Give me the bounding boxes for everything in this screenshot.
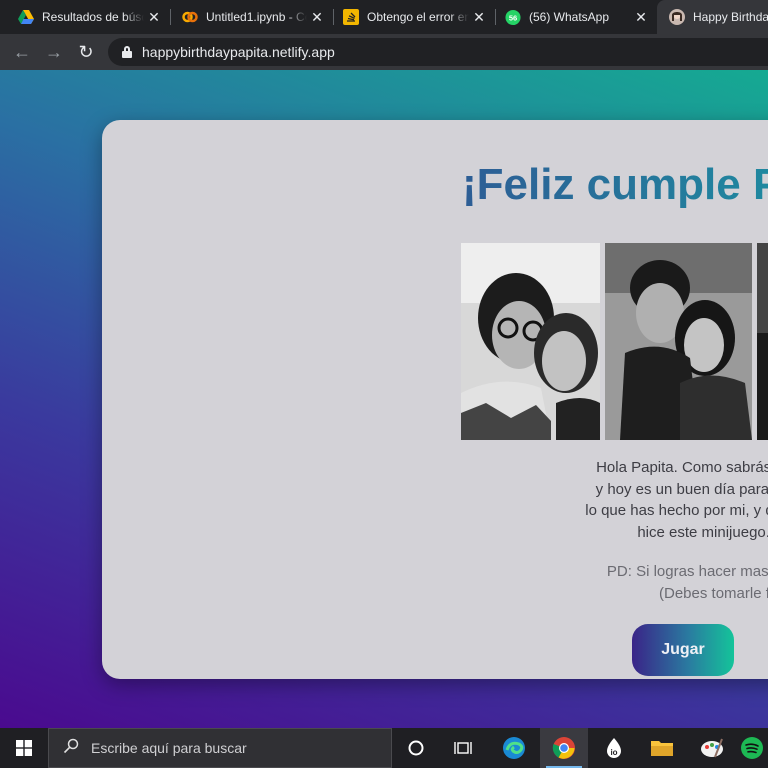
tab-title: Happy Birthday <box>693 10 768 24</box>
site-avatar-icon <box>669 9 685 25</box>
close-icon[interactable]: ✕ <box>469 9 489 26</box>
lock-icon[interactable] <box>122 46 132 58</box>
back-arrow-icon[interactable]: ← <box>12 42 32 62</box>
tab-strip: Resultados de búsqueda ✕ Untitled1.ipynb… <box>0 0 768 34</box>
cortana-icon[interactable] <box>392 728 440 768</box>
browser-toolbar: ← → ↻ happybirthdaypapita.netlify.app <box>0 34 768 70</box>
birthday-card: ¡Feliz cumple P Hola Papita. Como sabrás… <box>102 120 768 679</box>
windows-start-icon[interactable] <box>0 728 48 768</box>
message-line: lo que has hecho por mi, y de lo que hem… <box>585 502 768 519</box>
page-viewport: ¡Feliz cumple P Hola Papita. Como sabrás… <box>0 70 768 728</box>
message-line: y hoy es un buen día para recordártelo. … <box>595 481 768 498</box>
file-explorer-icon[interactable] <box>638 728 686 768</box>
windows-taskbar: Escribe aquí para buscar io <box>0 728 768 768</box>
photo-2 <box>605 243 752 440</box>
tab-drive[interactable]: Resultados de búsqueda ✕ <box>0 0 170 34</box>
colab-icon <box>182 9 198 25</box>
svg-text:io: io <box>610 748 617 757</box>
pd-line: (Debes tomarle foto o panta <box>659 585 768 602</box>
task-view-icon[interactable] <box>440 728 488 768</box>
forward-arrow-icon[interactable]: → <box>44 42 64 62</box>
url-text[interactable]: happybirthdaypapita.netlify.app <box>142 44 335 60</box>
app-icon[interactable]: io <box>590 728 638 768</box>
message-line: Hola Papita. Como sabrás eres lo mejor q… <box>596 459 768 476</box>
address-bar[interactable]: happybirthdaypapita.netlify.app <box>108 38 768 66</box>
edge-icon[interactable] <box>490 728 538 768</box>
tab-title: Resultados de búsqueda <box>42 10 144 24</box>
chrome-icon[interactable] <box>540 728 588 768</box>
tab-whatsapp[interactable]: 56 (56) WhatsApp ✕ <box>495 0 657 34</box>
search-icon <box>63 738 79 759</box>
search-placeholder: Escribe aquí para buscar <box>91 740 247 756</box>
spotify-icon[interactable] <box>736 728 768 768</box>
tab-title: Untitled1.ipynb - Colaboratory <box>206 10 307 24</box>
reload-icon[interactable]: ↻ <box>76 42 96 62</box>
close-icon[interactable]: ✕ <box>307 9 327 26</box>
tab-title: (56) WhatsApp <box>529 10 610 24</box>
photo-1 <box>461 243 600 440</box>
photo-3 <box>757 243 768 440</box>
svg-text:56: 56 <box>509 13 517 22</box>
tab-happy-birthday[interactable]: Happy Birthday <box>657 0 768 34</box>
page-title: ¡Feliz cumple P <box>462 160 768 210</box>
paint-icon[interactable] <box>688 728 736 768</box>
pd-line: PD: Si logras hacer mas de 10000 puntos … <box>606 563 768 580</box>
tab-stackoverflow[interactable]: Obtengo el error en ✕ <box>333 0 495 34</box>
google-drive-icon <box>18 9 34 25</box>
tab-title: Obtengo el error en <box>367 10 469 24</box>
tab-colab[interactable]: Untitled1.ipynb - Colaboratory ✕ <box>170 0 333 34</box>
message-line: hice este minijuego. Espero que lo <box>637 524 768 541</box>
play-button[interactable]: Jugar <box>632 624 734 676</box>
close-icon[interactable]: ✕ <box>144 9 164 26</box>
stackoverflow-icon <box>343 9 359 25</box>
taskbar-search[interactable]: Escribe aquí para buscar <box>48 728 392 768</box>
close-icon[interactable]: ✕ <box>631 9 651 26</box>
whatsapp-icon: 56 <box>505 9 521 25</box>
